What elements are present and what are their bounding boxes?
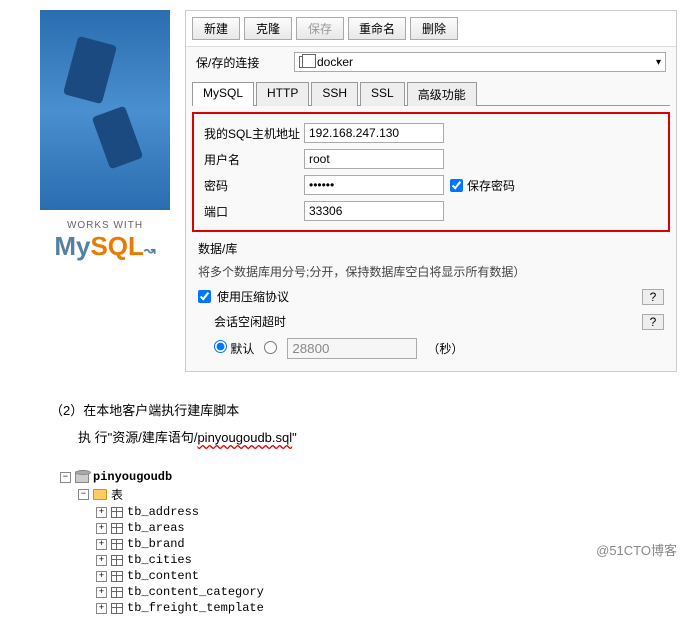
toolbar: 新建 克隆 保存 重命名 删除 xyxy=(186,11,676,47)
timeout-custom-radio[interactable] xyxy=(264,341,277,354)
host-label: 我的SQL主机地址 xyxy=(204,125,304,142)
user-label: 用户名 xyxy=(204,151,304,168)
database-note: 将多个数据库用分号;分开，保持数据库空白将显示所有数据） xyxy=(186,259,676,284)
save-password-label: 保存密码 xyxy=(467,177,515,194)
tab-ssl[interactable]: SSL xyxy=(360,82,405,106)
new-button[interactable]: 新建 xyxy=(192,17,240,40)
password-label: 密码 xyxy=(204,177,304,194)
connection-value: docker xyxy=(317,55,353,69)
table-icon xyxy=(111,555,123,566)
tab-mysql[interactable]: MySQL xyxy=(192,82,254,106)
tab-http[interactable]: HTTP xyxy=(256,82,309,106)
table-icon xyxy=(111,603,123,614)
tables-folder-label[interactable]: 表 xyxy=(111,486,123,503)
table-icon xyxy=(111,523,123,534)
tab-ssh[interactable]: SSH xyxy=(311,82,358,106)
clone-button[interactable]: 克隆 xyxy=(244,17,292,40)
puzzle-image xyxy=(40,10,170,210)
host-input[interactable] xyxy=(304,123,444,143)
doc-step: （2）在本地客户端执行建库脚本 xyxy=(50,400,637,419)
expand-toggle[interactable]: + xyxy=(96,555,107,566)
delete-button[interactable]: 删除 xyxy=(410,17,458,40)
table-icon xyxy=(111,539,123,550)
expand-toggle[interactable]: − xyxy=(60,472,71,483)
tab-advanced[interactable]: 高级功能 xyxy=(407,82,477,106)
folder-icon xyxy=(93,489,107,500)
expand-toggle[interactable]: + xyxy=(96,603,107,614)
password-input[interactable] xyxy=(304,175,444,195)
user-input[interactable] xyxy=(304,149,444,169)
expand-toggle[interactable]: − xyxy=(78,489,89,500)
works-with-label: WORKS WITH xyxy=(40,220,170,231)
watermark: @51CTO博客 xyxy=(596,540,677,559)
table-name[interactable]: tb_areas xyxy=(127,521,185,535)
timeout-input[interactable] xyxy=(287,338,417,359)
table-name[interactable]: tb_brand xyxy=(127,537,185,551)
connection-config-panel: 新建 克隆 保存 重命名 删除 保/存的连接 docker ▾ MySQL HT… xyxy=(185,10,677,372)
port-input[interactable] xyxy=(304,201,444,221)
port-label: 端口 xyxy=(204,203,304,220)
tab-bar: MySQL HTTP SSH SSL 高级功能 xyxy=(192,81,670,106)
table-name[interactable]: tb_content xyxy=(127,569,199,583)
help-button-compress[interactable]: ? xyxy=(642,289,664,305)
compress-label: 使用压缩协议 xyxy=(217,288,289,305)
table-icon xyxy=(111,571,123,582)
save-password-checkbox[interactable] xyxy=(450,179,463,192)
timeout-default-label: 默认 xyxy=(230,342,254,356)
table-name[interactable]: tb_cities xyxy=(127,553,192,567)
compress-checkbox[interactable] xyxy=(198,290,211,303)
rename-button[interactable]: 重命名 xyxy=(348,17,406,40)
expand-toggle[interactable]: + xyxy=(96,539,107,550)
timeout-label: 会话空闲超时 xyxy=(214,313,286,330)
mysql-logo-sidebar: WORKS WITH MySQL↝ xyxy=(40,10,170,372)
connection-dropdown[interactable]: docker ▾ xyxy=(294,52,666,72)
database-tree: − pinyougoudb − 表 + tb_address + tb_areas + t… xyxy=(0,464,687,636)
expand-toggle[interactable]: + xyxy=(96,571,107,582)
expand-toggle[interactable]: + xyxy=(96,523,107,534)
chevron-down-icon: ▾ xyxy=(656,57,661,68)
saved-connection-label: 保/存的连接 xyxy=(196,54,286,71)
expand-toggle[interactable]: + xyxy=(96,587,107,598)
highlighted-settings: 我的SQL主机地址 用户名 密码 保存密码 端口 xyxy=(192,112,670,232)
table-name[interactable]: tb_address xyxy=(127,505,199,519)
table-icon xyxy=(111,507,123,518)
save-button[interactable]: 保存 xyxy=(296,17,344,40)
table-name[interactable]: tb_content_category xyxy=(127,585,264,599)
doc-exec-line: 执 行"资源/建库语句/pinyougoudb.sql" xyxy=(78,427,637,446)
help-button-timeout[interactable]: ? xyxy=(642,314,664,330)
db-name[interactable]: pinyougoudb xyxy=(93,470,172,484)
connection-icon xyxy=(299,56,311,68)
expand-toggle[interactable]: + xyxy=(96,507,107,518)
table-icon xyxy=(111,587,123,598)
timeout-default-radio[interactable] xyxy=(214,340,227,353)
table-name[interactable]: tb_freight_template xyxy=(127,601,264,615)
database-label: 数据/库 xyxy=(198,240,298,257)
seconds-label: （秒） xyxy=(427,340,463,357)
doc-filename: pinyougoudb.sql xyxy=(197,430,292,445)
mysql-wordmark: MySQL↝ xyxy=(40,231,170,262)
database-icon xyxy=(75,471,89,483)
